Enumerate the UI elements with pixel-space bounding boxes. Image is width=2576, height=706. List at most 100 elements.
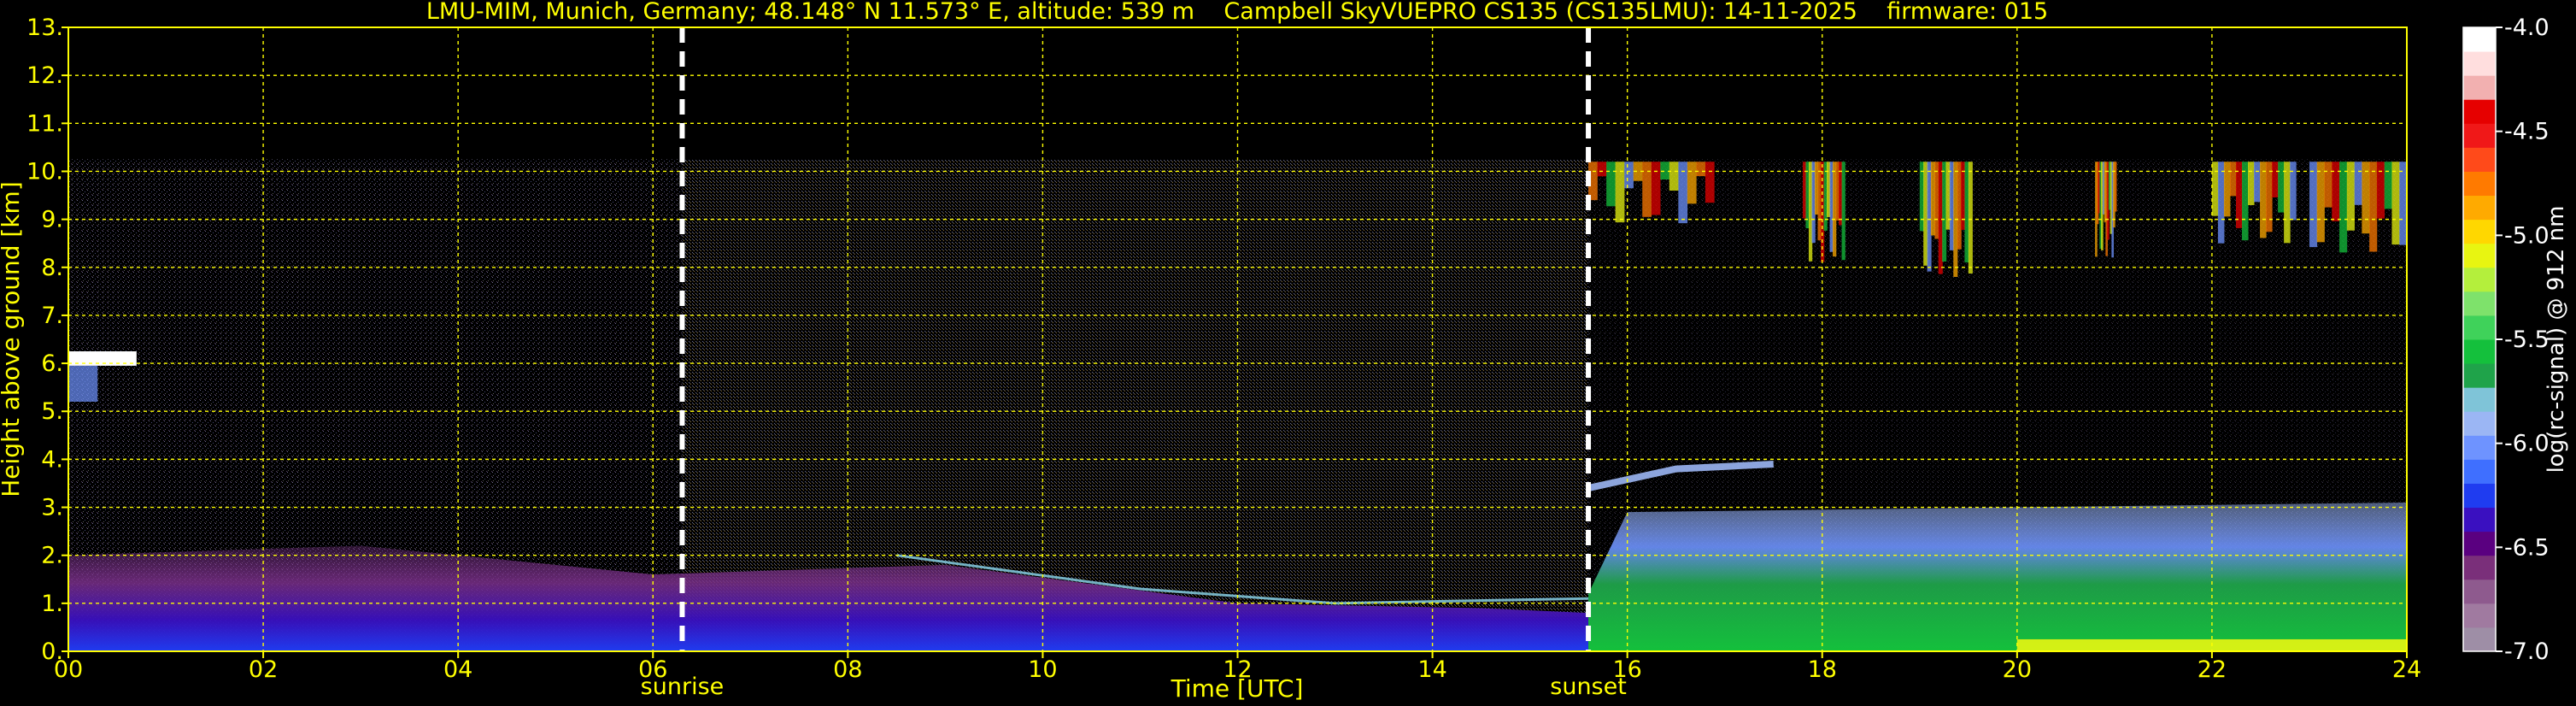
cirrus-streak bbox=[1651, 162, 1661, 215]
y-tick-label: 6. bbox=[41, 350, 63, 377]
cirrus-streak bbox=[2376, 162, 2385, 219]
colorbar-segment bbox=[2463, 531, 2496, 556]
chart-title: LMU-MIM, Munich, Germany; 48.148° N 11.5… bbox=[426, 0, 2048, 25]
colorbar-segment bbox=[2463, 579, 2496, 604]
colorbar-segment bbox=[2463, 147, 2496, 172]
cirrus-streak bbox=[1957, 162, 1962, 250]
cirrus-streak bbox=[2339, 162, 2348, 253]
cirrus-streak bbox=[1938, 162, 1943, 274]
cirrus-streak bbox=[1624, 162, 1634, 189]
colorbar-segment bbox=[2463, 99, 2496, 124]
x-tick-label: 06 bbox=[638, 656, 667, 683]
cirrus-streak bbox=[2391, 162, 2400, 245]
cirrus-streak bbox=[1927, 162, 1932, 272]
y-tick-label: 5. bbox=[41, 398, 63, 425]
colorbar-segment bbox=[2463, 387, 2496, 412]
cirrus-streak bbox=[2248, 162, 2255, 205]
cirrus-streak bbox=[2309, 162, 2318, 248]
cirrus-streak bbox=[2362, 162, 2370, 234]
colorbar-segment bbox=[2463, 195, 2496, 221]
boundary-layer-night bbox=[1588, 502, 2407, 651]
colorbar-segment bbox=[2463, 75, 2496, 100]
colorbar-segment bbox=[2463, 555, 2496, 580]
cirrus-streak bbox=[1964, 162, 1969, 263]
colorbar-segment bbox=[2463, 171, 2496, 197]
cirrus-streak bbox=[1687, 162, 1697, 204]
cirrus-streak bbox=[2369, 162, 2378, 252]
cirrus-streak bbox=[1597, 162, 1607, 177]
cirrus-streak bbox=[1919, 162, 1924, 232]
cirrus-streak bbox=[1669, 162, 1679, 191]
x-tick-label: 14 bbox=[1417, 656, 1446, 683]
cirrus-streak bbox=[2260, 162, 2267, 238]
cirrus-streak bbox=[1606, 162, 1616, 207]
colorbar-segment bbox=[2463, 603, 2496, 628]
cirrus-streak bbox=[2229, 162, 2237, 197]
cirrus-streak bbox=[2266, 162, 2273, 232]
x-tick-label: 04 bbox=[443, 656, 472, 683]
colorbar-segment bbox=[2463, 315, 2496, 340]
cirrus-streak bbox=[1923, 162, 1928, 266]
y-axis-label: Height above ground [km] bbox=[0, 181, 25, 497]
colorbar-segment bbox=[2463, 507, 2496, 532]
low-cloud-tail bbox=[68, 365, 98, 402]
colorbar-tick-label: -6.5 bbox=[2504, 534, 2550, 561]
colorbar-tick-label: -6.0 bbox=[2504, 431, 2550, 457]
plot-area bbox=[68, 27, 2407, 651]
cirrus-streak bbox=[2211, 162, 2219, 216]
cirrus-streak bbox=[1968, 162, 1973, 274]
cirrus-streak bbox=[1942, 162, 1947, 262]
cirrus-streak bbox=[2278, 162, 2285, 213]
colorbar-tick-label: -5.5 bbox=[2504, 327, 2550, 353]
cirrus-streak bbox=[2217, 162, 2225, 244]
y-tick-label: 11. bbox=[26, 110, 63, 137]
colorbar-segment bbox=[2463, 483, 2496, 509]
x-tick-label: 02 bbox=[249, 656, 278, 683]
y-tick-label: 8. bbox=[41, 255, 63, 281]
cirrus-streak bbox=[2223, 162, 2231, 217]
y-tick-label: 2. bbox=[41, 543, 63, 569]
cirrus-streak bbox=[2242, 162, 2249, 241]
cirrus-streak bbox=[2332, 162, 2340, 221]
colorbar-segment bbox=[2463, 51, 2496, 76]
y-tick-label: 0. bbox=[41, 638, 63, 665]
y-tick-label: 4. bbox=[41, 446, 63, 473]
colorbar-segment bbox=[2463, 123, 2496, 148]
cirrus-streak bbox=[2114, 162, 2117, 212]
colorbar-segment bbox=[2463, 243, 2496, 268]
cirrus-streak bbox=[2384, 162, 2392, 209]
cirrus-streak bbox=[2354, 162, 2362, 205]
colorbar-segment bbox=[2463, 627, 2496, 652]
colorbar-segment bbox=[2463, 291, 2496, 316]
y-tick-label: 13. bbox=[26, 15, 63, 41]
x-axis-label: Time [UTC] bbox=[1171, 674, 1304, 703]
colorbar-tick-label: -4.5 bbox=[2504, 119, 2550, 145]
x-tick-label: 18 bbox=[1808, 656, 1837, 683]
colorbar-segment bbox=[2463, 411, 2496, 436]
cirrus-streak bbox=[1930, 162, 1936, 236]
x-tick-label: 10 bbox=[1028, 656, 1057, 683]
y-tick-label: 9. bbox=[41, 207, 63, 233]
colorbar-segment bbox=[2463, 459, 2496, 484]
y-tick-label: 10. bbox=[26, 158, 63, 185]
cirrus-streak bbox=[1642, 162, 1652, 217]
cirrus-streak bbox=[2290, 162, 2297, 221]
x-tick-label: 24 bbox=[2392, 656, 2421, 683]
y-tick-label: 1. bbox=[41, 591, 63, 617]
cirrus-streak bbox=[1841, 162, 1845, 261]
colorbar: -4.0 -4.5 -5.0 -5.5 -6.0 -6.5 -7.0 bbox=[2462, 15, 2550, 665]
cirrus-streak bbox=[2272, 162, 2279, 197]
colorbar-segment bbox=[2463, 435, 2496, 460]
y-tick-label: 3. bbox=[41, 495, 63, 521]
y-tick-label: 12. bbox=[26, 62, 63, 89]
cirrus-streak bbox=[2346, 162, 2355, 231]
colorbar-segment bbox=[2463, 267, 2496, 292]
colorbar-segment bbox=[2463, 363, 2496, 388]
y-axis: 0. 1. 2. 3. 4. 5. 6. 7. 8. 9. 10. 11. 12. 13. bbox=[26, 15, 68, 665]
x-tick-label: 22 bbox=[2198, 656, 2227, 683]
cirrus-streak bbox=[1696, 162, 1706, 177]
cirrus-streak bbox=[2254, 162, 2261, 203]
y-tick-label: 7. bbox=[41, 303, 63, 329]
cirrus-streak bbox=[2316, 162, 2325, 243]
cirrus-streak bbox=[2324, 162, 2332, 208]
